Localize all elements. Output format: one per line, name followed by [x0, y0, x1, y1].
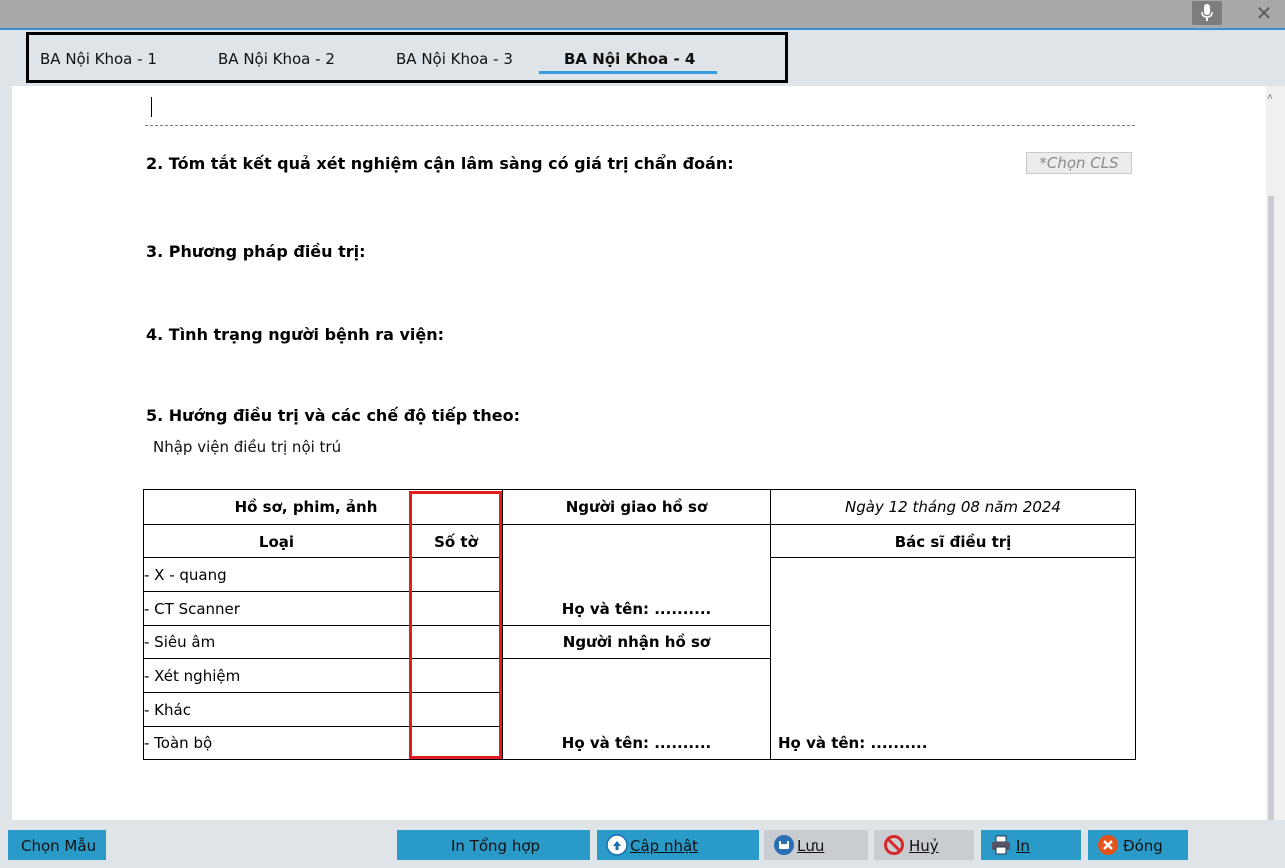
row-label-other: - Khác: [144, 701, 191, 719]
close-label: Đóng: [1123, 837, 1163, 855]
choose-template-button[interactable]: Chọn Mẫu: [8, 830, 106, 860]
cancel-button[interactable]: Huỷ: [874, 830, 974, 860]
tab-ba-noi-khoa-1[interactable]: BA Nội Khoa - 1: [40, 50, 157, 68]
print-summary-button[interactable]: In Tổng hợp: [397, 830, 590, 860]
table-border-top: [143, 489, 1136, 490]
section-4-heading: 4. Tình trạng người bệnh ra viện:: [146, 325, 445, 344]
scroll-up-icon[interactable]: ˄: [1267, 92, 1273, 103]
section-2-heading: 2. Tóm tắt kết quả xét nghiệm cận lâm sà…: [146, 154, 734, 173]
choose-cls-button[interactable]: *Chọn CLS: [1026, 152, 1132, 174]
row-label-total: - Toàn bộ: [144, 734, 213, 752]
active-tab-indicator: [539, 71, 717, 74]
print-summary-label: In Tổng hợp: [451, 837, 541, 855]
title-bar: ✕: [0, 0, 1285, 30]
tab-bar: BA Nội Khoa - 1 BA Nội Khoa - 2 BA Nội K…: [26, 32, 788, 83]
choose-template-label: Chọn Mẫu: [21, 837, 97, 855]
table-line: [143, 524, 1136, 525]
tab-ba-noi-khoa-3[interactable]: BA Nội Khoa - 3: [396, 50, 513, 68]
header-doctor: Bác sĩ điều trị: [894, 533, 1012, 551]
signing-date: Ngày 12 tháng 08 năm 2024: [845, 498, 1061, 516]
header-type: Loại: [258, 533, 295, 551]
printer-icon: [992, 835, 1010, 855]
close-icon[interactable]: ✕: [1254, 2, 1274, 24]
doctor-name: Họ và tên: ..........: [778, 734, 928, 752]
receiver-name: Họ và tên: ..........: [561, 734, 712, 752]
cancel-icon: [884, 835, 904, 855]
tab-ba-noi-khoa-2[interactable]: BA Nội Khoa - 2: [218, 50, 335, 68]
table-line: [502, 489, 503, 760]
table-border-left: [143, 489, 144, 760]
table-line: [770, 557, 1136, 558]
table-border-right: [1135, 489, 1136, 760]
row-label-lab-test: - Xét nghiệm: [144, 667, 241, 685]
row-label-ultrasound: - Siêu âm: [144, 633, 216, 651]
update-label: Cập nhật: [630, 837, 699, 855]
save-label: Lưu: [797, 837, 825, 855]
close-button[interactable]: Đóng: [1088, 830, 1188, 860]
scrollbar-thumb[interactable]: [1268, 196, 1274, 820]
microphone-button[interactable]: [1192, 1, 1222, 25]
close-circle-icon: [1098, 835, 1118, 855]
section-5-heading: 5. Hướng điều trị và các chế độ tiếp the…: [146, 406, 521, 425]
section-divider: [145, 125, 1135, 126]
table-border-bottom: [143, 759, 1136, 760]
header-receiver: Người nhận hồ sơ: [562, 633, 711, 651]
print-button[interactable]: In: [981, 830, 1081, 860]
text-cursor: [151, 97, 152, 117]
save-icon: [774, 835, 794, 855]
table-line: [770, 489, 771, 760]
highlight-count-column: [409, 491, 502, 759]
cancel-label: Huỷ: [909, 837, 939, 855]
giver-name: Họ và tên: ..........: [561, 600, 712, 618]
row-label-xray: - X - quang: [144, 566, 227, 584]
row-label-ct-scanner: - CT Scanner: [144, 600, 240, 618]
tab-ba-noi-khoa-4[interactable]: BA Nội Khoa - 4: [564, 50, 695, 68]
section-3-heading: 3. Phương pháp điều trị:: [146, 242, 366, 261]
update-icon: [606, 834, 628, 856]
update-button[interactable]: Cập nhật: [597, 830, 759, 860]
header-giver: Người giao hồ sơ: [565, 498, 708, 516]
section-5-value[interactable]: Nhập viện điều trị nội trú: [153, 438, 341, 456]
save-button[interactable]: Lưu: [764, 830, 868, 860]
print-label: In: [1016, 837, 1030, 855]
microphone-icon: [1201, 4, 1213, 21]
